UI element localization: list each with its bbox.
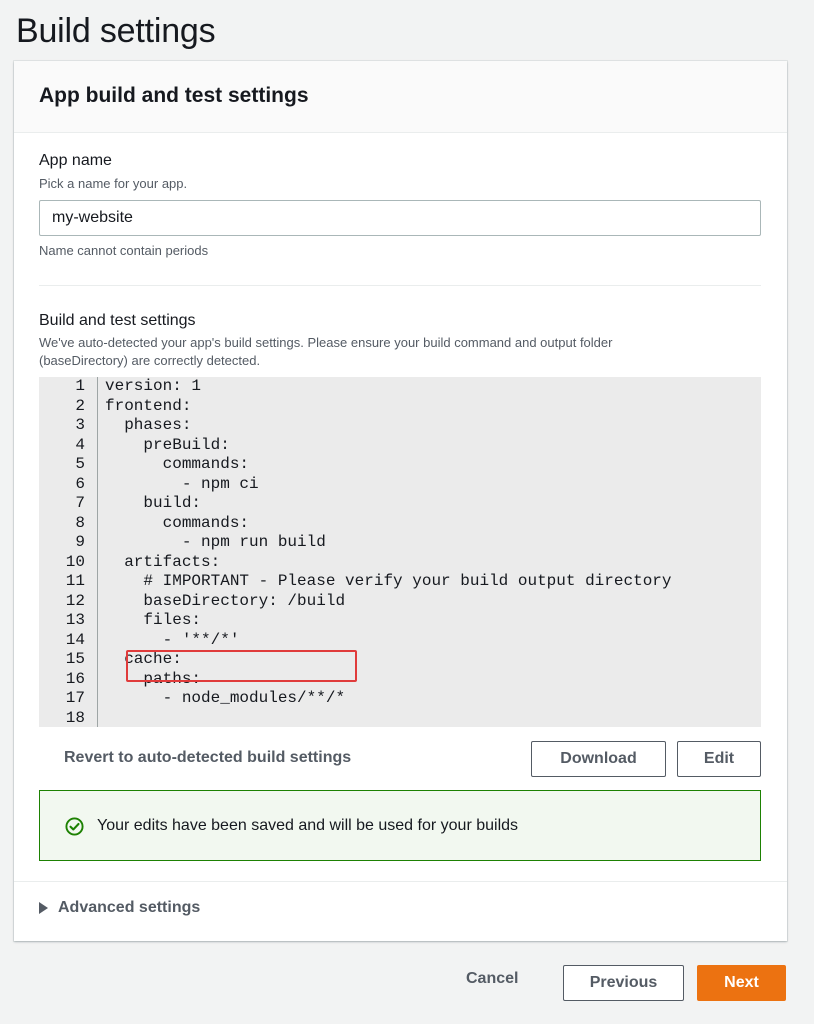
cancel-button[interactable]: Cancel xyxy=(466,970,518,988)
build-settings-label: Build and test settings xyxy=(39,312,196,329)
line-number: 7 xyxy=(75,494,85,512)
line-number: 14 xyxy=(65,630,85,649)
revert-build-settings-button[interactable]: Revert to auto-detected build settings xyxy=(64,749,351,767)
build-settings-description-line1: We've auto-detected your app's build set… xyxy=(39,335,613,350)
code-line[interactable]: preBuild: xyxy=(105,436,229,456)
line-number: 18 xyxy=(65,708,85,727)
success-alert: Your edits have been saved and will be u… xyxy=(39,790,761,861)
check-circle-icon xyxy=(65,817,84,836)
code-line[interactable]: build: xyxy=(105,494,201,514)
build-settings-description-line2: (baseDirectory) are correctly detected. xyxy=(39,353,261,368)
line-number: 17 xyxy=(65,689,85,707)
app-name-label: App name xyxy=(39,152,112,169)
code-line[interactable]: commands: xyxy=(105,514,249,534)
line-number: 12 xyxy=(65,591,85,610)
code-line[interactable]: - npm ci xyxy=(105,475,259,495)
line-number: 1 xyxy=(75,377,85,395)
code-line[interactable]: commands: xyxy=(105,455,249,475)
line-number: 15 xyxy=(65,650,85,668)
panel-header: App build and test settings xyxy=(14,61,787,133)
advanced-settings-toggle[interactable]: Advanced settings xyxy=(39,899,200,917)
caret-right-icon xyxy=(39,902,48,914)
code-line[interactable]: - node_modules/**/* xyxy=(105,689,345,709)
code-line[interactable]: baseDirectory: /build xyxy=(105,592,345,612)
edit-button[interactable]: Edit xyxy=(677,741,761,777)
code-line[interactable]: artifacts: xyxy=(105,553,220,573)
base-directory-highlight xyxy=(126,650,357,682)
line-number: 16 xyxy=(65,669,85,688)
line-number: 9 xyxy=(75,533,85,551)
line-number: 5 xyxy=(75,455,85,473)
section-divider xyxy=(39,285,761,286)
line-number: 10 xyxy=(65,552,85,571)
next-button[interactable]: Next xyxy=(697,965,786,1001)
editor-gutter: 1 2 3 4 5 6 7 8 9 10 11 12 13 14 15 16 17 18 xyxy=(39,377,98,727)
page-title: Build settings xyxy=(16,12,216,50)
code-line[interactable]: phases: xyxy=(105,416,191,436)
app-name-constraint: Name cannot contain periods xyxy=(39,243,209,258)
code-line[interactable]: - '**/*' xyxy=(105,631,240,651)
advanced-settings-label: Advanced settings xyxy=(58,899,201,916)
line-number: 6 xyxy=(75,474,85,493)
panel-title: App build and test settings xyxy=(39,84,309,107)
code-line[interactable]: - npm run build xyxy=(105,533,326,553)
previous-button[interactable]: Previous xyxy=(563,965,684,1001)
download-button[interactable]: Download xyxy=(531,741,666,777)
line-number: 8 xyxy=(75,513,85,532)
code-line[interactable]: version: 1 xyxy=(105,377,201,397)
line-number: 2 xyxy=(75,396,85,415)
app-name-description: Pick a name for your app. xyxy=(39,176,188,191)
app-name-input[interactable] xyxy=(39,200,761,236)
line-number: 11 xyxy=(65,572,85,590)
app-build-settings-panel: App build and test settings App name Pic… xyxy=(14,61,787,941)
code-line[interactable]: frontend: xyxy=(105,397,191,417)
line-number: 13 xyxy=(65,611,85,629)
advanced-divider xyxy=(14,881,787,882)
code-line[interactable]: # IMPORTANT - Please verify your build o… xyxy=(105,572,671,592)
success-alert-text: Your edits have been saved and will be u… xyxy=(97,817,519,834)
code-line[interactable]: files: xyxy=(105,611,201,631)
line-number: 4 xyxy=(75,435,85,454)
line-number: 3 xyxy=(75,416,85,434)
